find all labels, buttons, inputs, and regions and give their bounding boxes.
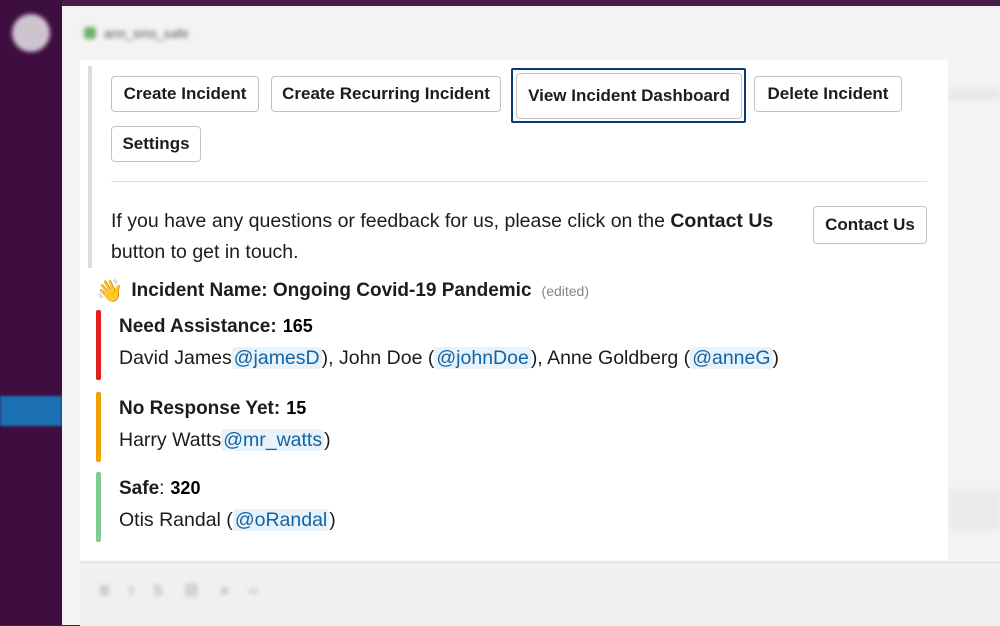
link-icon[interactable]: ⛓ [183,582,201,599]
need-assistance-heading: Need Assistance: 165 [119,316,313,338]
need-assistance-people: David James @jamesD), John Doe (@johnDoe)… [119,347,779,370]
code-icon[interactable]: ‹› [249,582,258,599]
workspace-avatar[interactable] [12,14,50,52]
person-prefix: ( [220,509,233,531]
person-prefix: ( [422,347,435,369]
person-suffix: ), [530,347,543,369]
person-suffix: ) [772,347,780,369]
person-name: David James [119,347,232,369]
safe-people: Otis Randal (@oRandal) [119,509,336,532]
background-panel-block [948,490,1000,530]
need-assistance-color-bar [96,310,101,380]
person-name: John Doe [338,347,423,369]
person-name: Harry Watts [119,429,222,451]
incident-title: 👋 Incident Name: Ongoing Covid-19 Pandem… [96,276,589,306]
user-mention[interactable]: @anneG [690,347,773,369]
create-recurring-incident-button[interactable]: Create Recurring Incident [271,76,501,112]
attachment-bar [88,66,92,268]
safe-label: Safe [119,478,160,499]
create-incident-button[interactable]: Create Incident [111,76,259,112]
feedback-text-after: button to get in touch. [111,241,299,263]
feedback-text-before: If you have any questions or feedback fo… [111,210,671,232]
incident-name: Incident Name: Ongoing Covid-19 Pandemic [131,280,532,301]
safe-heading: Safe: 320 [119,478,200,500]
no-response-label: No Response Yet: [119,398,281,419]
bold-icon[interactable]: B [100,582,109,599]
channel-icon [84,27,96,39]
incident-message-card [80,60,948,560]
divider [111,181,927,182]
waving-hand-icon: 👋 [96,278,124,303]
delete-incident-button[interactable]: Delete Incident [754,76,902,112]
settings-button[interactable]: Settings [111,126,201,162]
user-mention[interactable]: @oRandal [232,509,330,531]
safe-label-suffix: : [159,478,165,499]
no-response-count: 15 [286,398,307,418]
person-suffix: ) [329,509,336,531]
person-suffix: ), [321,347,334,369]
contact-us-button[interactable]: Contact Us [813,206,927,244]
user-mention[interactable]: @mr_watts [221,429,325,451]
person-name: Anne Goldberg [547,347,679,369]
feedback-text-bold: Contact Us [670,210,774,232]
no-response-people: Harry Watts @mr_watts) [119,429,331,452]
user-mention[interactable]: @johnDoe [434,347,531,369]
feedback-text: If you have any questions or feedback fo… [111,206,791,268]
channel-name: ann_sms_safe [104,25,189,41]
safe-count: 320 [170,478,201,498]
no-response-color-bar [96,392,101,462]
edited-label: (edited) [541,283,589,299]
need-assistance-label: Need Assistance: [119,316,277,337]
sidebar-active-item[interactable] [0,396,62,426]
no-response-heading: No Response Yet: 15 [119,398,306,420]
person-suffix: ) [324,429,331,451]
need-assistance-count: 165 [282,316,313,336]
user-mention[interactable]: @jamesD [231,347,322,369]
safe-color-bar [96,472,101,542]
view-incident-dashboard-button[interactable]: View Incident Dashboard [516,73,742,119]
workspace-sidebar [0,0,62,625]
person-prefix: ( [678,347,691,369]
composer-toolbar: B I S ⛓ ≡ ‹› [100,582,258,599]
person-name: Otis Randal [119,509,221,531]
italic-icon[interactable]: I [129,582,133,599]
background-panel-line [948,88,1000,100]
channel-header[interactable]: ann_sms_safe [84,22,384,44]
strike-icon[interactable]: S [153,582,162,599]
list-icon[interactable]: ≡ [220,582,228,599]
